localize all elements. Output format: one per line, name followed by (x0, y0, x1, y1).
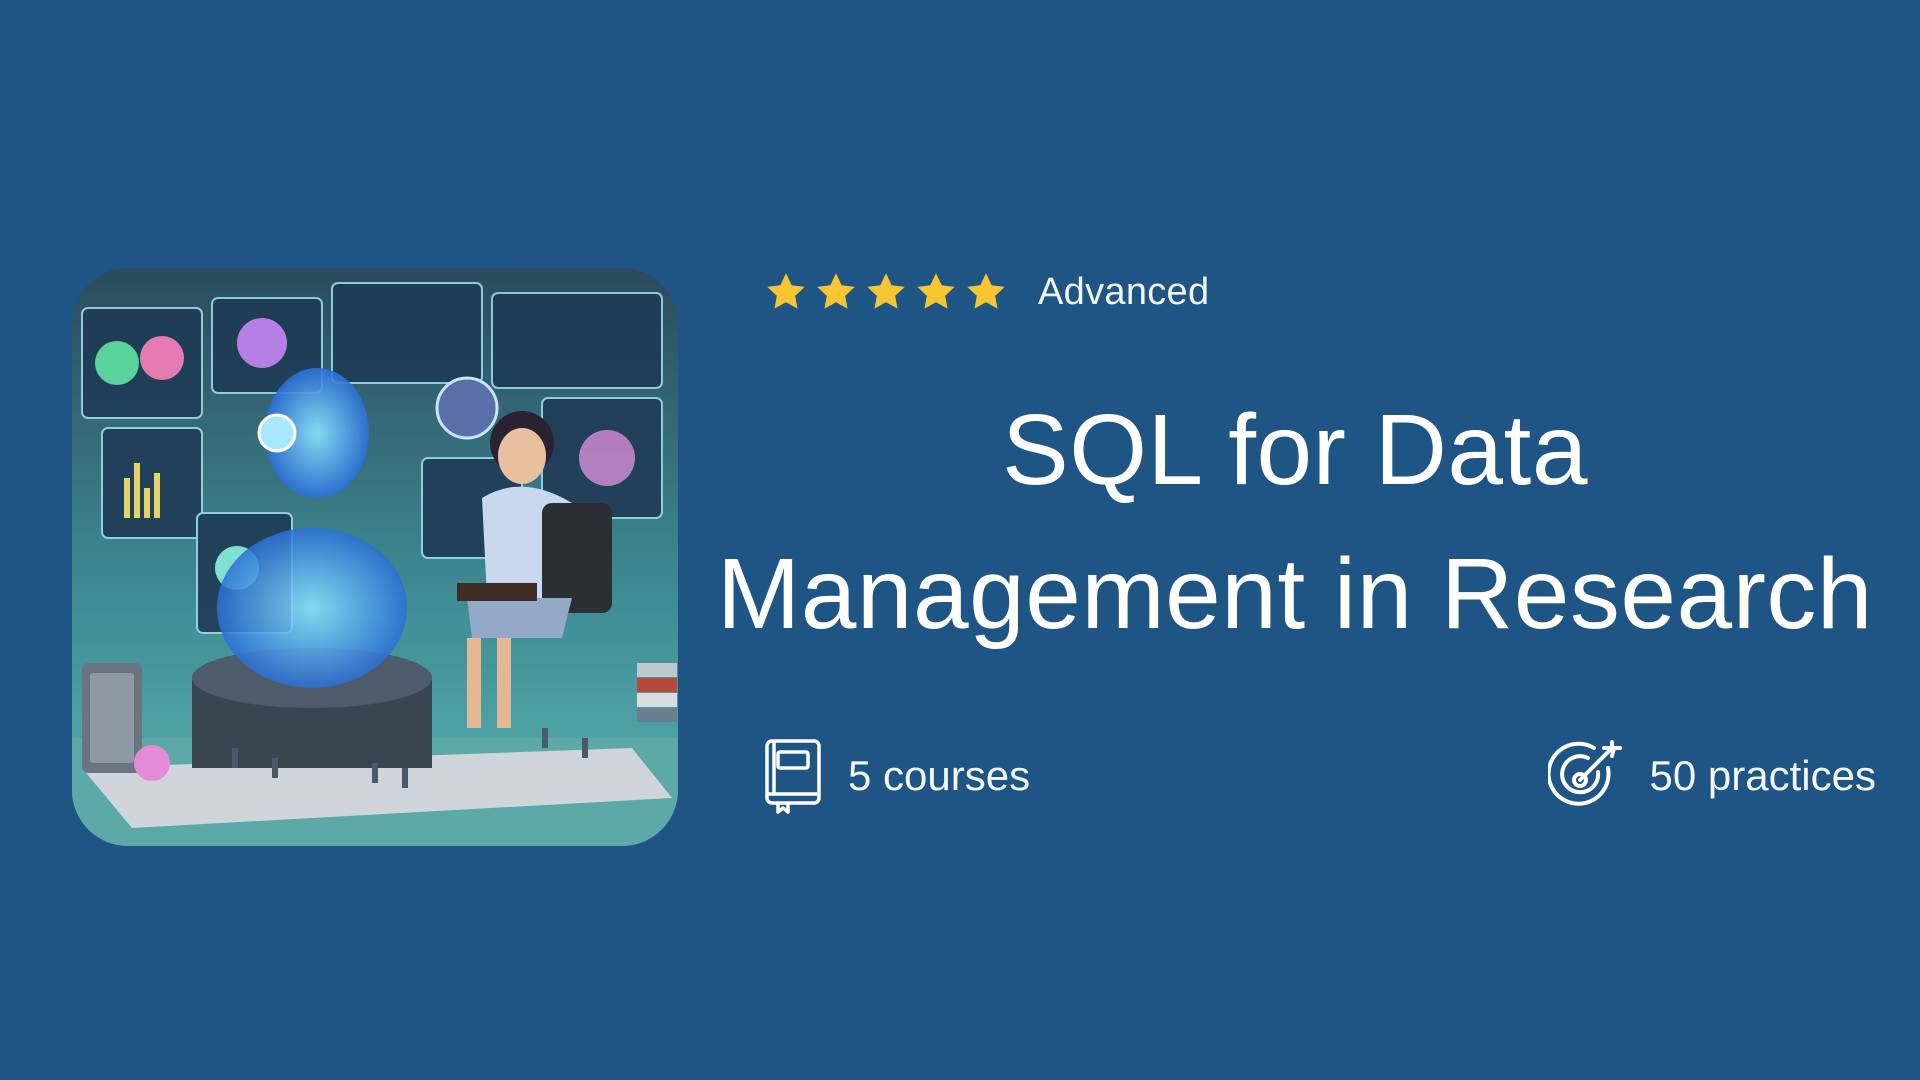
target-icon (1547, 738, 1624, 814)
course-title-line-1: SQL for Data (1002, 394, 1588, 506)
practices-stat: 50 practices (1547, 736, 1876, 816)
rating-row: Advanced (764, 268, 1209, 316)
ai-data-research-illustration (72, 268, 678, 846)
course-title: SQL for Data Management in Research (690, 378, 1900, 666)
courses-stat: 5 courses (764, 736, 1030, 816)
course-illustration (72, 268, 678, 846)
practices-count: 50 practices (1649, 752, 1876, 799)
star-icon (814, 270, 858, 314)
star-icon (764, 270, 808, 314)
courses-count: 5 courses (848, 752, 1031, 799)
star-icon (964, 270, 1008, 314)
star-icon (864, 270, 908, 314)
difficulty-level: Advanced (1038, 270, 1210, 313)
star-rating (764, 270, 1008, 314)
course-title-line-2: Management in Research (716, 538, 1874, 650)
book-icon (764, 738, 822, 814)
star-icon (914, 270, 958, 314)
